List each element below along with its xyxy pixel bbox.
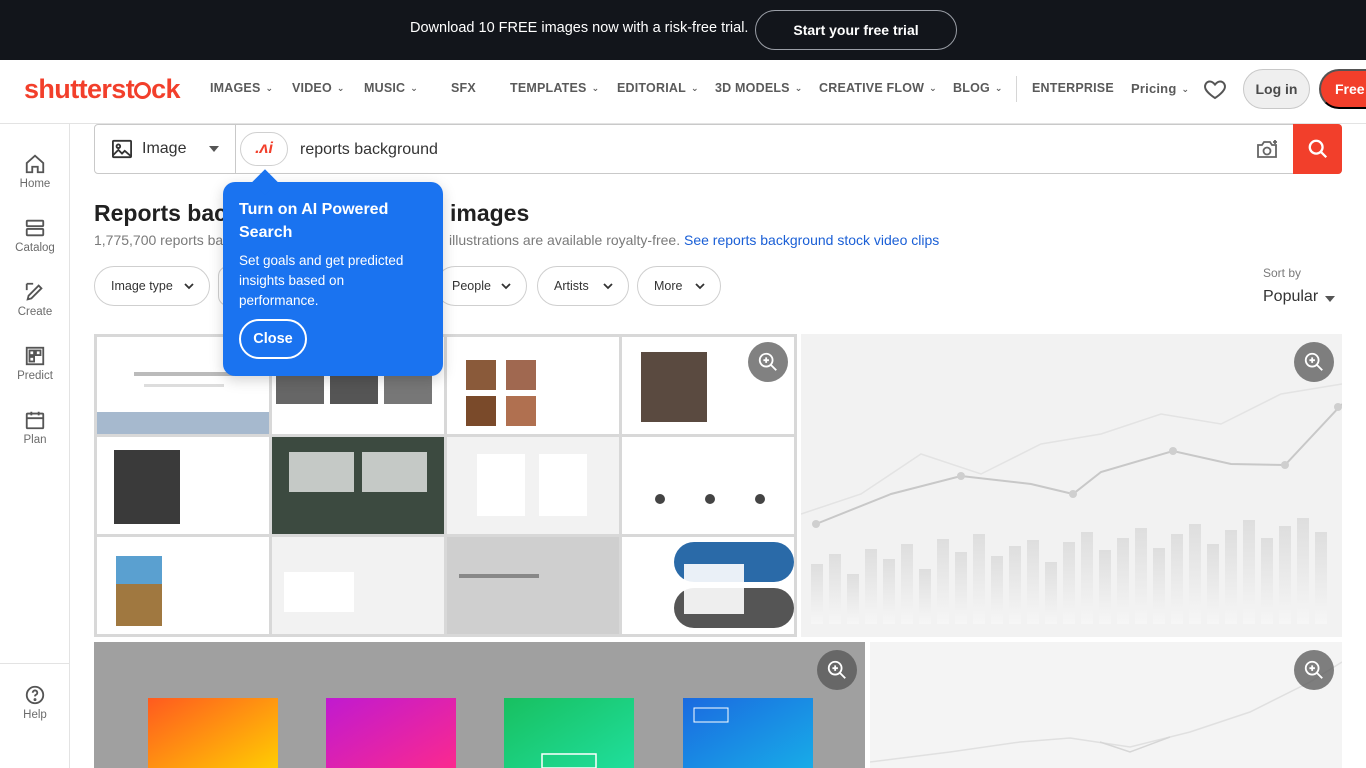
sidebar-divider xyxy=(0,663,70,664)
result-image-financial-chart[interactable] xyxy=(801,334,1342,637)
covers-thumbnail xyxy=(94,642,865,768)
create-icon xyxy=(25,282,43,301)
filter-image-type[interactable]: Image type xyxy=(94,266,210,306)
caret-down-icon xyxy=(209,146,219,152)
result-image-presentation-templates[interactable] xyxy=(94,334,797,637)
ai-search-tooltip: Turn on AI Powered Search Set goals and … xyxy=(223,182,443,376)
zoom-button[interactable] xyxy=(1294,650,1334,690)
zoom-in-icon xyxy=(1304,660,1323,679)
tooltip-close-button[interactable]: Close xyxy=(239,319,307,359)
chevron-down-icon xyxy=(603,283,613,290)
zoom-in-icon xyxy=(758,352,777,371)
search-input[interactable] xyxy=(300,137,1200,163)
nav-video[interactable]: VIDEO ⌄ xyxy=(292,81,345,95)
result-image-faint-chart[interactable] xyxy=(870,642,1342,768)
site-header: shutterst ck IMAGES ⌄ VIDEO ⌄ MUSIC ⌄ SFX TE… xyxy=(0,60,1366,124)
filter-more[interactable]: More xyxy=(637,266,721,306)
free-trial-button[interactable]: Free t xyxy=(1319,69,1366,109)
left-sidebar: Home Catalog Create Predict Plan Help xyxy=(0,124,70,768)
search-type-label: Image xyxy=(142,140,187,157)
sidebar-item-help[interactable]: Help xyxy=(0,684,70,721)
nav-creative-flow[interactable]: CREATIVE FLOW ⌄ xyxy=(819,81,937,95)
chart-background-thumbnail xyxy=(801,334,1342,637)
result-image-cover-designs[interactable] xyxy=(94,642,865,768)
predict-icon xyxy=(25,346,45,366)
camera-search-icon[interactable] xyxy=(1255,138,1279,160)
nav-pricing[interactable]: Pricing ⌄ xyxy=(1131,81,1189,96)
video-clips-link[interactable]: See reports background stock video clips xyxy=(684,232,939,248)
zoom-in-icon xyxy=(1304,352,1323,371)
faint-chart-thumbnail xyxy=(870,642,1342,768)
ai-search-toggle[interactable]: .ʌi xyxy=(240,132,288,166)
sort-label: Sort by xyxy=(1263,266,1302,280)
login-button[interactable]: Log in xyxy=(1243,69,1310,109)
chevron-down-icon: ⌄ xyxy=(1181,84,1190,94)
image-icon xyxy=(112,139,132,159)
nav-sfx[interactable]: SFX xyxy=(451,81,476,95)
nav-blog[interactable]: BLOG ⌄ xyxy=(953,81,1003,95)
tooltip-body: Set goals and get predicted insights bas… xyxy=(239,253,404,308)
nav-3d-models[interactable]: 3D MODELS ⌄ xyxy=(715,81,802,95)
catalog-icon xyxy=(25,219,45,237)
zoom-in-icon xyxy=(827,660,846,679)
chevron-down-icon xyxy=(184,283,194,290)
chevron-down-icon: ⌄ xyxy=(794,83,803,93)
sidebar-item-home[interactable]: Home xyxy=(0,153,70,190)
heart-icon[interactable] xyxy=(1203,77,1227,101)
sort-value: Popular xyxy=(1263,288,1319,305)
caret-down-icon xyxy=(1325,296,1335,302)
shutterstock-logo[interactable]: shutterst ck xyxy=(24,74,181,105)
sidebar-item-catalog[interactable]: Catalog xyxy=(0,217,70,254)
presentation-thumbnail xyxy=(94,334,797,637)
tooltip-title: Turn on AI Powered Search xyxy=(239,201,389,241)
sidebar-item-plan[interactable]: Plan xyxy=(0,409,70,446)
chevron-down-icon: ⌄ xyxy=(929,83,937,93)
nav-divider xyxy=(1016,76,1017,102)
nav-templates[interactable]: TEMPLATES ⌄ xyxy=(510,81,599,95)
nav-music[interactable]: MUSIC ⌄ xyxy=(364,81,418,95)
chevron-down-icon: ⌄ xyxy=(410,83,419,93)
chevron-down-icon: ⌄ xyxy=(336,83,345,93)
nav-images[interactable]: IMAGES ⌄ xyxy=(210,81,273,95)
nav-enterprise[interactable]: ENTERPRISE xyxy=(1032,81,1114,95)
plan-icon xyxy=(25,411,45,430)
search-button[interactable] xyxy=(1293,124,1342,174)
search-bar: Image .ʌi xyxy=(94,124,1342,174)
zoom-button[interactable] xyxy=(748,342,788,382)
chevron-down-icon: ⌄ xyxy=(265,83,274,93)
promo-text: Download 10 FREE images now with a risk-… xyxy=(410,20,749,36)
search-icon xyxy=(1308,139,1327,159)
zoom-button[interactable] xyxy=(817,650,857,690)
ai-logo-icon: .ʌi xyxy=(255,140,273,157)
results-count: 1,775,700 reports ba illustrations are a… xyxy=(94,232,940,248)
help-icon xyxy=(25,685,45,705)
filter-people[interactable]: People xyxy=(435,266,527,306)
chevron-down-icon xyxy=(501,283,511,290)
page-title: Reports bac images xyxy=(94,200,530,226)
chevron-down-icon xyxy=(695,283,705,290)
promo-bar: Download 10 FREE images now with a risk-… xyxy=(0,0,1366,60)
nav-editorial[interactable]: EDITORIAL ⌄ xyxy=(617,81,699,95)
start-free-trial-button[interactable]: Start your free trial xyxy=(755,10,957,50)
home-icon xyxy=(25,154,45,174)
zoom-button[interactable] xyxy=(1294,342,1334,382)
search-type-dropdown[interactable]: Image xyxy=(95,125,236,173)
chevron-down-icon: ⌄ xyxy=(994,83,1003,93)
chevron-down-icon: ⌄ xyxy=(690,83,699,93)
sidebar-item-predict[interactable]: Predict xyxy=(0,345,70,382)
sidebar-item-create[interactable]: Create xyxy=(0,281,70,318)
filter-artists[interactable]: Artists xyxy=(537,266,629,306)
chevron-down-icon: ⌄ xyxy=(591,83,600,93)
